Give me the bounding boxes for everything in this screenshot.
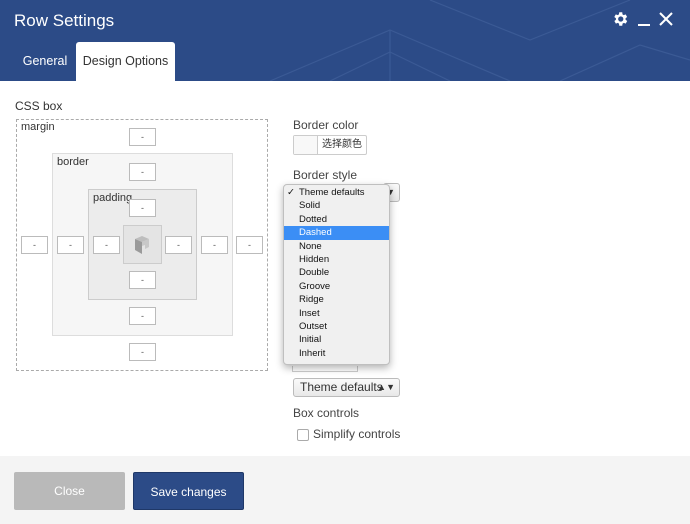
option-groove[interactable]: Groove: [284, 280, 389, 293]
option-ridge[interactable]: Ridge: [284, 293, 389, 306]
close-button[interactable]: Close: [14, 472, 125, 510]
margin-bottom-input[interactable]: -: [129, 343, 156, 361]
border-top-input[interactable]: -: [129, 163, 156, 181]
tab-general[interactable]: General: [14, 42, 76, 81]
border-bottom-input[interactable]: -: [129, 307, 156, 325]
border-color-label: Border color: [293, 118, 359, 132]
check-icon: ✓: [287, 187, 295, 198]
padding-left-input[interactable]: -: [93, 236, 120, 254]
select-color-label: 选择颜色: [322, 139, 362, 150]
settings-button[interactable]: [611, 10, 631, 30]
option-inset[interactable]: Inset: [284, 307, 389, 320]
padding-label: padding: [93, 192, 133, 204]
builder-logo-icon: [135, 236, 149, 254]
padding-right-input[interactable]: -: [165, 236, 192, 254]
close-modal-button[interactable]: [657, 10, 677, 30]
option-none[interactable]: None: [284, 240, 389, 253]
option-inherit[interactable]: Inherit: [284, 347, 389, 360]
margin-label: margin: [21, 121, 55, 133]
option-dotted[interactable]: Dotted: [284, 213, 389, 226]
design-options-panel: CSS box margin border padding - - - - - …: [0, 81, 690, 456]
modal-footer: Close Save changes: [0, 456, 690, 524]
border-left-input[interactable]: -: [57, 236, 84, 254]
margin-left-input[interactable]: -: [21, 236, 48, 254]
border-radius-select[interactable]: Theme defaults ▲▼: [293, 378, 400, 397]
border-right-input[interactable]: -: [201, 236, 228, 254]
minimize-button[interactable]: [635, 10, 655, 30]
hidden-select-edge: [292, 366, 358, 372]
option-dashed[interactable]: Dashed: [284, 226, 389, 240]
tab-design-options[interactable]: Design Options: [76, 42, 175, 81]
select-arrows-icon: ▲▼: [377, 382, 395, 392]
content-box: [123, 225, 162, 264]
modal-header: Row Settings General Design Options: [0, 0, 690, 81]
gear-icon: [614, 12, 628, 26]
simplify-controls-checkbox[interactable]: [297, 429, 309, 441]
box-controls-label: Box controls: [293, 406, 360, 420]
css-box-label: CSS box: [15, 99, 63, 113]
color-swatch: [294, 136, 318, 154]
option-initial[interactable]: Initial: [284, 333, 389, 346]
simplify-controls-label: Simplify controls: [313, 427, 401, 441]
margin-right-input[interactable]: -: [236, 236, 263, 254]
border-label: border: [57, 156, 89, 168]
border-style-dropdown: ✓ Theme defaults Solid Dotted Dashed None…: [283, 184, 390, 365]
option-hidden[interactable]: Hidden: [284, 253, 389, 266]
save-changes-button[interactable]: Save changes: [133, 472, 244, 510]
margin-top-input[interactable]: -: [129, 128, 156, 146]
select-color-button[interactable]: 选择颜色: [293, 135, 367, 155]
option-outset[interactable]: Outset: [284, 320, 389, 333]
option-double[interactable]: Double: [284, 266, 389, 279]
padding-bottom-input[interactable]: -: [129, 271, 156, 289]
option-solid[interactable]: Solid: [284, 199, 389, 212]
border-style-label: Border style: [293, 168, 358, 182]
padding-top-input[interactable]: -: [129, 199, 156, 217]
option-theme-defaults[interactable]: ✓ Theme defaults: [284, 186, 389, 199]
close-icon: [659, 12, 673, 26]
minimize-icon: [638, 24, 650, 26]
border-radius-value: Theme defaults: [300, 380, 383, 394]
modal-title: Row Settings: [14, 11, 115, 30]
